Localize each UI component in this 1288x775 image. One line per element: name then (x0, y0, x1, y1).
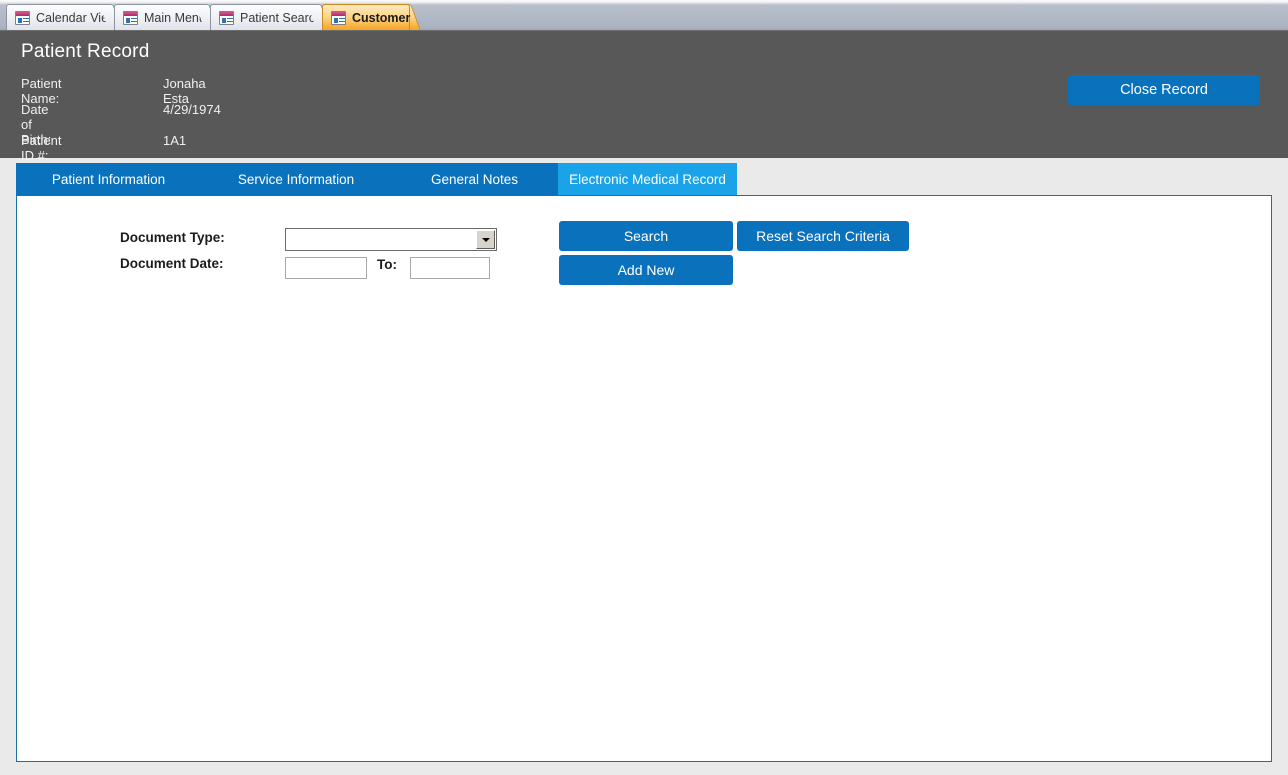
search-button[interactable]: Search (559, 221, 733, 251)
document-tab-main-menu[interactable]: Main Menu (114, 4, 208, 30)
document-tab-label: Customer (352, 10, 411, 25)
patient-header: Patient Record Patient Name: Jonaha Esta… (0, 31, 1288, 163)
form-icon (15, 10, 30, 25)
add-new-button[interactable]: Add New (559, 255, 733, 285)
form-icon (219, 10, 234, 25)
date-of-birth-value: 4/29/1974 (163, 102, 221, 117)
electronic-medical-record-panel: Document Type: Document Date: To: Search… (16, 195, 1272, 762)
document-date-to-input[interactable] (410, 257, 490, 279)
document-tab-label: Main Menu (144, 10, 206, 25)
close-record-button[interactable]: Close Record (1068, 75, 1260, 105)
tab-patient-information[interactable]: Patient Information (16, 163, 201, 195)
document-tab-customer[interactable]: Customer (322, 4, 410, 30)
patient-id-value: 1A1 (163, 133, 187, 148)
page-title: Patient Record (21, 41, 150, 62)
to-label: To: (377, 257, 397, 272)
document-date-from-input[interactable] (285, 257, 367, 279)
document-tab-patient-search[interactable]: Patient Search (210, 4, 322, 30)
document-tab-bar: Calendar View Main Menu Patient Search C… (0, 0, 1288, 31)
form-icon (331, 10, 346, 25)
document-date-label: Document Date: (120, 256, 224, 271)
document-type-combobox[interactable] (285, 228, 497, 251)
tab-general-notes[interactable]: General Notes (391, 163, 558, 195)
record-tabs: Patient Information Service Information … (16, 163, 737, 195)
form-icon (123, 10, 138, 25)
document-tab-calendar-view[interactable]: Calendar View (6, 4, 117, 30)
tab-electronic-medical-record[interactable]: Electronic Medical Record (558, 163, 737, 195)
chevron-down-icon[interactable] (476, 230, 495, 249)
patient-id-label: Patient ID #: (21, 133, 62, 163)
tab-service-information[interactable]: Service Information (201, 163, 391, 195)
document-type-label: Document Type: (120, 230, 225, 245)
reset-search-criteria-button[interactable]: Reset Search Criteria (737, 221, 909, 251)
